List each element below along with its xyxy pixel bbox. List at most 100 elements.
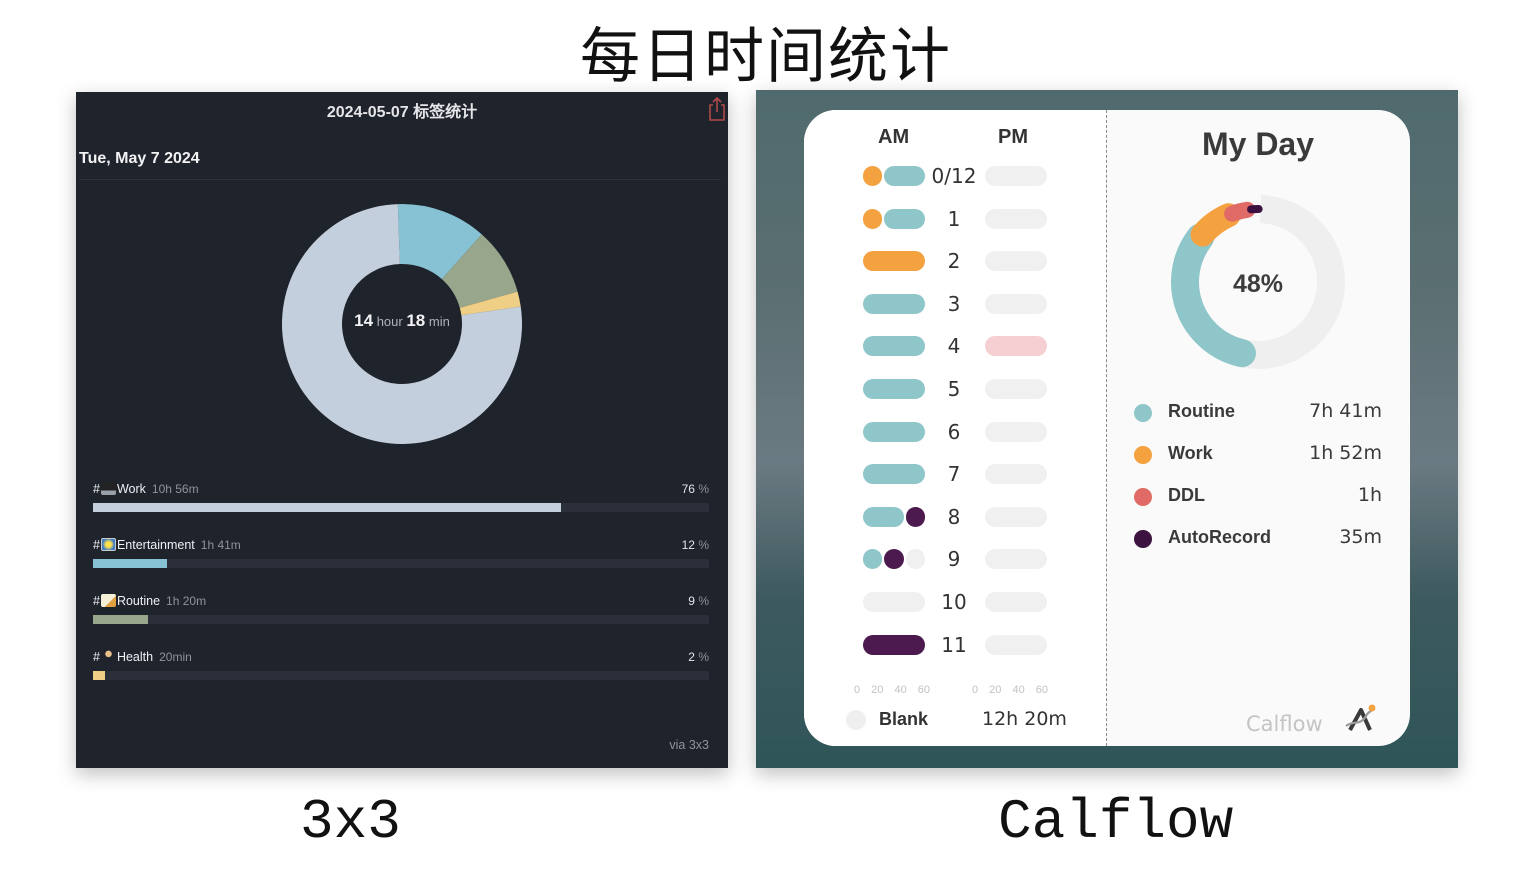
- pm-time-segment: [985, 549, 1047, 570]
- laptop-icon: [100, 482, 116, 495]
- hash-prefix: #: [93, 650, 100, 664]
- percent-value: 76: [681, 482, 695, 496]
- tag-progress-track: [93, 559, 709, 568]
- hour-label: 0/12: [931, 164, 977, 188]
- page-title: 每日时间统计: [580, 22, 952, 92]
- app-3x3-panel: 2024-05-07 标签统计 Tue, May 7 2024 14 hour …: [76, 92, 728, 768]
- am-header: AM: [878, 126, 910, 148]
- tag-duration: 1h 20m: [166, 594, 207, 608]
- hour-label: 1: [947, 206, 961, 231]
- total-duration: 14 hour 18 min: [280, 311, 524, 331]
- tag-label: # Entertainment 1h 41m: [93, 538, 241, 552]
- legend-name: Work: [1168, 443, 1213, 463]
- dashed-divider: [1106, 110, 1107, 746]
- hour-row: 10: [804, 588, 1106, 618]
- am-time-segment: [863, 379, 925, 399]
- app-calflow-panel: AM PM 0/12 1 2 3 4 5 6 7 8 9 10 11 0 20 40 60 0 20 …: [756, 90, 1458, 768]
- tag-progress-track: [93, 671, 709, 680]
- tag-progress-track: [93, 615, 709, 624]
- hour-row: 1: [804, 205, 1106, 235]
- pm-time-segment: [985, 293, 1047, 314]
- day-percent: 48%: [1232, 270, 1284, 298]
- hash-prefix: #: [93, 482, 100, 496]
- am-axis-ticks: 0 20 40 60: [854, 684, 930, 696]
- legend-dot-icon: [1134, 530, 1152, 548]
- percent-value: 9: [688, 594, 695, 608]
- tag-progress-fill: [93, 671, 106, 680]
- legend-name: Routine: [1168, 401, 1235, 421]
- percent-sign: %: [698, 538, 709, 552]
- legend-dot-icon: [1134, 404, 1152, 422]
- am-time-segment: [863, 549, 883, 570]
- tag-progress-track: [93, 503, 709, 512]
- minute-unit: min: [428, 314, 450, 329]
- sparkle-picture-icon: [100, 538, 116, 551]
- hour-row: 0/12: [804, 162, 1106, 192]
- date-label: Tue, May 7 2024: [79, 150, 200, 167]
- hour-row: 2: [804, 247, 1106, 277]
- hash-prefix: #: [93, 538, 100, 552]
- calflow-card: AM PM 0/12 1 2 3 4 5 6 7 8 9 10 11 0 20 40 60 0 20 …: [804, 110, 1410, 746]
- tag-row[interactable]: # Entertainment 1h 41m 12 %: [93, 538, 709, 578]
- tag-duration: 1h 41m: [200, 538, 241, 552]
- am-time-segment: [863, 208, 883, 229]
- percent-sign: %: [698, 594, 709, 608]
- blank-label: Blank: [879, 709, 929, 729]
- caption-calflow: Calflow: [998, 790, 1234, 854]
- hour-row: 9: [804, 545, 1106, 575]
- hour-row: 8: [804, 503, 1106, 533]
- total-hours: 14: [354, 311, 374, 330]
- tag-percent: 9 %: [688, 594, 709, 608]
- hour-row: 6: [804, 418, 1106, 448]
- tag-name: Work: [116, 482, 146, 496]
- hour-label: 9: [947, 547, 961, 572]
- hour-row: 3: [804, 290, 1106, 320]
- hour-unit: hour: [376, 314, 403, 329]
- donut-slice-work: [1190, 203, 1241, 247]
- hour-label: 3: [947, 291, 961, 316]
- pm-time-segment: [985, 421, 1047, 442]
- hour-row: 5: [804, 375, 1106, 405]
- pm-time-segment: [985, 166, 1047, 186]
- calflow-logo-icon: [1345, 704, 1376, 731]
- am-time-segment: [863, 336, 925, 357]
- hour-row: 11: [804, 631, 1106, 661]
- tag-label: # Health 20min: [93, 650, 192, 664]
- am-time-segment: [863, 464, 925, 485]
- legend-item: Work 1h 52m: [1134, 442, 1382, 468]
- tag-name: Routine: [116, 594, 161, 608]
- am-time-segment: [884, 208, 925, 229]
- hour-label: 8: [947, 504, 961, 529]
- pm-time-segment: [985, 251, 1047, 272]
- tag-percent: 76 %: [682, 482, 709, 496]
- tag-row[interactable]: # Work 10h 56m 76 %: [93, 482, 709, 522]
- hour-label: 5: [947, 377, 961, 401]
- my-day-title: My Day: [1201, 126, 1315, 162]
- tag-progress-fill: [93, 615, 149, 624]
- tag-duration: 10h 56m: [151, 482, 199, 496]
- blank-value: 12h 20m: [982, 708, 1067, 730]
- percent-value: 2: [688, 650, 695, 664]
- share-icon[interactable]: [706, 96, 728, 122]
- am-time-segment: [884, 549, 904, 570]
- pm-time-segment: [985, 336, 1047, 357]
- legend-value: 35m: [1339, 526, 1382, 548]
- memo-icon: [100, 594, 116, 607]
- hourly-timeline: AM PM 0/12 1 2 3 4 5 6 7 8 9 10 11 0 20 40 60 0 20 …: [804, 110, 1106, 746]
- calflow-brand: Calflow: [1246, 712, 1323, 736]
- pm-axis-ticks: 0 20 40 60: [972, 684, 1048, 696]
- tag-duration: 20min: [159, 650, 192, 664]
- percent-sign: %: [698, 650, 709, 664]
- tag-percent: 2 %: [688, 650, 709, 664]
- legend-name: DDL: [1168, 485, 1205, 505]
- pm-time-segment: [985, 208, 1047, 229]
- hour-row: 7: [804, 460, 1106, 490]
- tag-row[interactable]: # Health 20min 2 %: [93, 650, 709, 690]
- am-time-segment: [863, 506, 904, 527]
- blank-dot-icon: [846, 710, 866, 730]
- hour-row: 4: [804, 332, 1106, 362]
- hour-label: 7: [947, 462, 961, 487]
- am-time-segment: [863, 251, 925, 272]
- tag-row[interactable]: # Routine 1h 20m 9 %: [93, 594, 709, 634]
- legend-dot-icon: [1134, 488, 1152, 506]
